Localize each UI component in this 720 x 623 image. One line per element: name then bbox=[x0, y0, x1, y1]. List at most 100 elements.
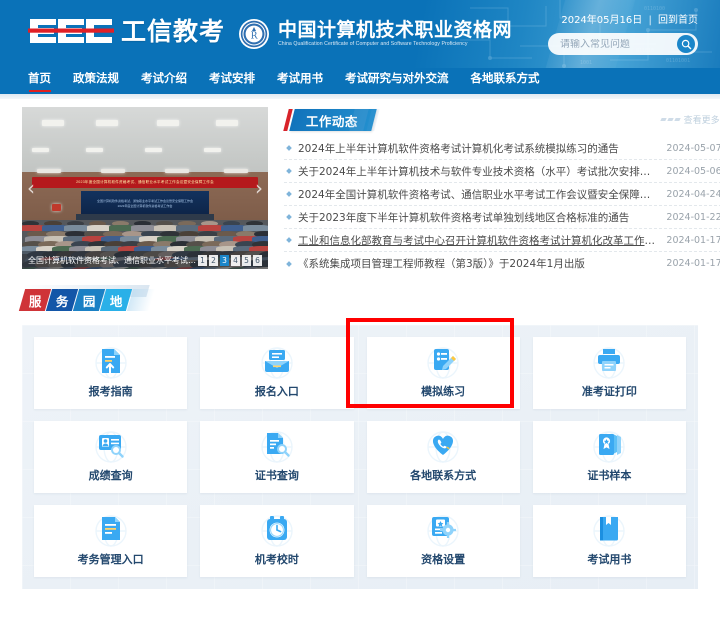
search-button[interactable] bbox=[677, 35, 695, 53]
news-list: 2024年上半年计算机软件资格考试计算机化考试系统模拟练习的通告 2024-05… bbox=[284, 137, 720, 275]
logo-text: 工信教考 bbox=[121, 16, 226, 46]
news-item[interactable]: 关于2024年上半年计算机技术与软件专业技术资格（水平）考试批次安排的通告 20… bbox=[284, 160, 720, 183]
nav-item-exam-intro[interactable]: 考试介绍 bbox=[141, 68, 187, 86]
service-title: 服 务 园 地 bbox=[18, 289, 720, 311]
service-title-char-4-text: 地 bbox=[109, 293, 123, 309]
current-date: 2024年05月16日 bbox=[561, 15, 643, 26]
search-icon bbox=[681, 39, 691, 49]
main-navigation: 首页 政策法规 考试介绍 考试安排 考试用书 考试研究与对外交流 各地联系方式 bbox=[0, 68, 720, 94]
service-card-label: 各地联系方式 bbox=[410, 469, 477, 482]
news-item[interactable]: 工业和信息化部教育与考试中心召开计算机软件资格考试计算机化改革工作总结座... … bbox=[284, 229, 720, 252]
carousel-screen-line1: 全国计算机软件资格考试、通信职业水平考试工作会议暨安全保障工作会 bbox=[96, 198, 193, 203]
service-title-char-3-text: 园 bbox=[82, 293, 96, 309]
carousel-page-1[interactable]: 1 bbox=[198, 254, 207, 266]
service-card-qualification-settings[interactable]: 资格设置 bbox=[366, 505, 520, 577]
printer-icon bbox=[598, 349, 621, 371]
svg-text:01101001: 01101001 bbox=[666, 58, 690, 64]
service-card-label: 资格设置 bbox=[421, 553, 466, 566]
news-item[interactable]: 《系统集成项目管理工程师教程（第3版）》于2024年1月出版 2024-01-1… bbox=[284, 252, 720, 275]
certificate-gear-icon bbox=[432, 517, 457, 538]
nav-item-local-contacts[interactable]: 各地联系方式 bbox=[471, 68, 540, 86]
news-item[interactable]: 2024年上半年计算机软件资格考试计算机化考试系统模拟练习的通告 2024-05… bbox=[284, 137, 720, 160]
service-title-char-1-text: 服 bbox=[28, 293, 42, 309]
nav-item-exam-schedule[interactable]: 考试安排 bbox=[209, 68, 255, 86]
nav-item-home[interactable]: 首页 bbox=[28, 68, 51, 86]
service-card-label: 证书查询 bbox=[254, 469, 299, 482]
bullet-icon bbox=[286, 260, 292, 267]
service-card-exam-guide[interactable]: 报考指南 bbox=[34, 337, 188, 409]
heart-phone-icon bbox=[433, 435, 454, 455]
service-card-exam-admin-entry[interactable]: 考务管理入口 bbox=[34, 505, 188, 577]
carousel-caption: 全国计算机软件资格考试、通信职业水平考试工作会议暨安全保障工作会 bbox=[28, 255, 198, 265]
carousel-page-2[interactable]: 2 bbox=[209, 254, 218, 266]
service-title-char-2-text: 务 bbox=[55, 293, 69, 309]
date-and-home: 2024年05月16日 | 回到首页 bbox=[561, 11, 698, 26]
carousel-page-6[interactable]: 6 bbox=[253, 254, 262, 266]
back-to-home-link[interactable]: 回到首页 bbox=[658, 15, 698, 26]
carousel-prev-icon[interactable]: ‹ bbox=[23, 173, 39, 203]
nav-item-policies[interactable]: 政策法规 bbox=[73, 68, 119, 86]
carousel-pagination[interactable]: 1 2 3 4 5 6 bbox=[198, 254, 262, 266]
nav-item-exam-books[interactable]: 考试用书 bbox=[277, 68, 323, 86]
service-card-label: 证书样本 bbox=[587, 469, 632, 482]
carousel-page-4[interactable]: 4 bbox=[231, 254, 240, 266]
carousel-next-icon[interactable]: › bbox=[251, 173, 267, 203]
svg-text:R: R bbox=[251, 32, 258, 42]
news-carousel[interactable]: 2023年度全国计算机软件资格考试、通信职业水平考试工作会议暨安全保障工作会 全… bbox=[22, 107, 268, 269]
bullet-icon bbox=[286, 191, 292, 197]
service-card-label: 准考证打印 bbox=[581, 385, 637, 398]
view-more-link[interactable]: 查看更多 bbox=[659, 113, 720, 126]
carousel-photo: 2023年度全国计算机软件资格考试、通信职业水平考试工作会议暨安全保障工作会 全… bbox=[22, 107, 268, 269]
service-card-mock-practice[interactable]: 模拟练习 bbox=[366, 337, 520, 409]
service-card-certificate-sample[interactable]: 证书样本 bbox=[532, 421, 686, 493]
site-logo[interactable]: 工信教考 bbox=[28, 16, 225, 46]
document-search-icon bbox=[266, 433, 290, 457]
book-bookmark-icon bbox=[600, 517, 619, 541]
service-card-label: 模拟练习 bbox=[421, 385, 466, 398]
top-row: 2023年度全国计算机软件资格考试、通信职业水平考试工作会议暨安全保障工作会 全… bbox=[0, 107, 720, 275]
news-date: 2024-01-22 bbox=[666, 211, 720, 223]
service-card-label: 考试用书 bbox=[587, 553, 632, 566]
news-item[interactable]: 关于2023年度下半年计算机软件资格考试单独划线地区合格标准的通告 2024-0… bbox=[284, 206, 720, 229]
organization-branding: R 中国计算机技术职业资格网 China Qualification Certi… bbox=[238, 18, 512, 50]
service-card-exam-books[interactable]: 考试用书 bbox=[532, 505, 686, 577]
service-card-certificate-query[interactable]: 证书查询 bbox=[200, 421, 354, 493]
news-title: 2024年全国计算机软件资格考试、通信职业水平考试工作会议暨安全保障工作会... bbox=[298, 188, 667, 201]
news-date: 2024-05-06 bbox=[666, 165, 720, 177]
id-card-search-icon bbox=[98, 435, 124, 458]
official-seal-icon: R bbox=[239, 19, 269, 49]
service-card-clock-sync[interactable]: 机考校时 bbox=[200, 505, 354, 577]
service-card-label: 机考校时 bbox=[254, 553, 299, 566]
cec-logo-icon bbox=[28, 16, 114, 46]
document-upload-icon bbox=[101, 349, 120, 374]
carousel-page-3[interactable]: 3 bbox=[220, 254, 229, 266]
search-input[interactable] bbox=[560, 38, 670, 50]
bullet-icon bbox=[286, 237, 292, 243]
service-card-local-contacts[interactable]: 各地联系方式 bbox=[366, 421, 520, 493]
certificate-cards-icon bbox=[599, 434, 622, 455]
view-more-label: 查看更多 bbox=[683, 116, 720, 126]
service-card-label: 报名入口 bbox=[254, 385, 299, 398]
news-item[interactable]: 2024年全国计算机软件资格考试、通信职业水平考试工作会议暨安全保障工作会...… bbox=[284, 183, 720, 206]
service-card-grid: 报考指南 报名入口 模拟练习 准考证打印 成绩查询 证书查询 各地联系方式 证书… bbox=[34, 337, 686, 577]
search-box[interactable] bbox=[548, 33, 698, 55]
carousel-screen: 全国计算机软件资格考试、通信职业水平考试工作会议暨安全保障工作会 2023年度全… bbox=[81, 191, 209, 216]
document-pencil-icon bbox=[434, 349, 457, 370]
service-card-admission-ticket-print[interactable]: 准考证打印 bbox=[532, 337, 686, 409]
org-name-cn: 中国计算机技术职业资格网 bbox=[278, 18, 513, 41]
news-header: 工作动态 查看更多 bbox=[283, 109, 720, 135]
bullet-icon bbox=[286, 145, 292, 151]
news-date: 2024-01-17 bbox=[666, 234, 720, 246]
date-separator: | bbox=[648, 15, 652, 26]
news-date: 2024-05-07 bbox=[666, 142, 720, 154]
carousel-page-5[interactable]: 5 bbox=[242, 254, 251, 266]
service-section-header: 服 务 园 地 bbox=[18, 285, 720, 319]
service-card-score-query[interactable]: 成绩查询 bbox=[34, 421, 188, 493]
news-date: 2024-01-17 bbox=[666, 258, 720, 269]
service-panel: 报考指南 报名入口 模拟练习 准考证打印 成绩查询 证书查询 各地联系方式 证书… bbox=[22, 325, 698, 589]
nav-item-research-exchange[interactable]: 考试研究与对外交流 bbox=[345, 68, 449, 86]
carousel-screen-line2: 2023年度全国计算机软件资格考试工作会 bbox=[117, 203, 173, 208]
service-card-registration-entry[interactable]: 报名入口 bbox=[200, 337, 354, 409]
site-header: 011010010010 01101001101001 1001 工信教考 bbox=[0, 0, 720, 68]
header-utility-area: 2024年05月16日 | 回到首页 bbox=[548, 11, 698, 55]
